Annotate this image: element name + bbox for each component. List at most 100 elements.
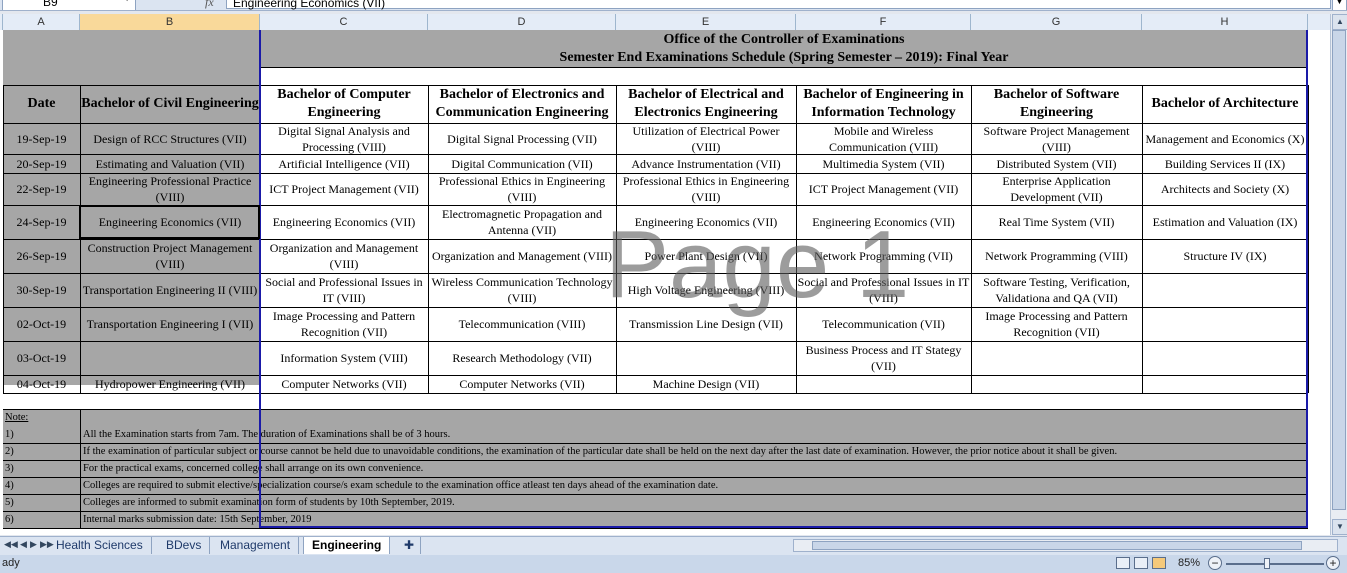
active-cell-b9[interactable] [79, 205, 260, 239]
tab-bdevs[interactable]: BDevs [158, 537, 211, 554]
cell-it[interactable]: Telecommunication (VII) [796, 307, 971, 341]
cell-computer[interactable]: Engineering Economics (VII) [260, 205, 428, 239]
first-sheet-icon[interactable]: ◀◀ [4, 539, 18, 550]
cell-it[interactable]: Network Programming (VII) [796, 239, 971, 273]
cell-electrical[interactable]: Machine Design (VII) [616, 375, 796, 393]
next-sheet-icon[interactable]: ▶ [30, 539, 37, 550]
cell-software[interactable]: Software Testing, Verification, Validati… [971, 273, 1142, 307]
cell-electrical[interactable]: Utilization of Electrical Power (VIII) [616, 123, 796, 154]
cell-civil[interactable]: Construction Project Management (VIII) [80, 239, 260, 273]
expand-formula-bar-icon[interactable]: ▼ [1332, 0, 1347, 10]
cell-electronics[interactable]: Telecommunication (VIII) [428, 307, 616, 341]
cell-computer[interactable]: Image Processing and Pattern Recognition… [260, 307, 428, 341]
cell-it[interactable] [796, 375, 971, 393]
cell-architecture[interactable]: Structure IV (IX) [1142, 239, 1308, 273]
cell-architecture[interactable]: Architects and Society (X) [1142, 173, 1308, 205]
formula-input[interactable]: Engineering Economics (VII) [226, 0, 1331, 10]
cell-computer[interactable]: Social and Professional Issues in IT (VI… [260, 273, 428, 307]
cell-electrical[interactable]: High Voltage Engineering (VIII) [616, 273, 796, 307]
tab-health-sciences[interactable]: Health Sciences [48, 537, 152, 554]
cell-architecture[interactable]: Management and Economics (X) [1142, 123, 1308, 154]
horizontal-scroll-thumb[interactable] [812, 541, 1302, 550]
normal-view-icon[interactable] [1116, 557, 1130, 569]
cell-architecture[interactable]: Estimation and Valuation (IX) [1142, 205, 1308, 239]
cell-architecture[interactable]: Building Services II (IX) [1142, 154, 1308, 173]
column-header-d[interactable]: D [428, 14, 616, 30]
cell-date[interactable]: 30-Sep-19 [3, 273, 80, 307]
cell-date[interactable]: 02-Oct-19 [3, 307, 80, 341]
cell-software[interactable]: Real Time System (VII) [971, 205, 1142, 239]
cell-architecture[interactable] [1142, 307, 1308, 341]
cell-electrical[interactable]: Transmission Line Design (VII) [616, 307, 796, 341]
cell-software[interactable] [971, 341, 1142, 375]
cell-it[interactable]: ICT Project Management (VII) [796, 173, 971, 205]
cell-computer[interactable]: Digital Signal Analysis and Processing (… [260, 123, 428, 154]
cell-electrical[interactable]: Power Plant Design (VII) [616, 239, 796, 273]
cell-it[interactable]: Mobile and Wireless Communication (VIII) [796, 123, 971, 154]
zoom-in-icon[interactable]: + [1326, 556, 1340, 570]
cell-civil[interactable]: Estimating and Valuation (VII) [80, 154, 260, 173]
vertical-scroll-thumb[interactable] [1332, 30, 1346, 510]
cell-electrical[interactable]: Engineering Economics (VII) [616, 205, 796, 239]
zoom-slider-handle[interactable] [1264, 558, 1270, 569]
cell-electronics[interactable]: Digital Signal Processing (VII) [428, 123, 616, 154]
cell-electronics[interactable]: Electromagnetic Propagation and Antenna … [428, 205, 616, 239]
cell-computer[interactable]: Artificial Intelligence (VII) [260, 154, 428, 173]
cell-software[interactable]: Enterprise Application Development (VII) [971, 173, 1142, 205]
prev-sheet-icon[interactable]: ◀ [20, 539, 27, 550]
cell-date[interactable]: 22-Sep-19 [3, 173, 80, 205]
cell-computer[interactable]: Information System (VIII) [260, 341, 428, 375]
horizontal-scrollbar[interactable] [793, 539, 1338, 552]
tab-engineering[interactable]: Engineering [303, 537, 391, 554]
cell-electrical[interactable] [616, 341, 796, 375]
cell-electronics[interactable]: Digital Communication (VII) [428, 154, 616, 173]
cell-civil[interactable]: Transportation Engineering I (VII) [80, 307, 260, 341]
page-break-view-icon[interactable] [1152, 557, 1166, 569]
cell-it[interactable]: Business Process and IT Stategy (VII) [796, 341, 971, 375]
cell-computer[interactable]: Organization and Management (VIII) [260, 239, 428, 273]
cell-electrical[interactable]: Professional Ethics in Engineering (VIII… [616, 173, 796, 205]
page-layout-view-icon[interactable] [1134, 557, 1148, 569]
cell-architecture[interactable] [1142, 341, 1308, 375]
cell-date[interactable]: 04-Oct-19 [3, 375, 80, 393]
scroll-up-icon[interactable]: ▲ [1332, 14, 1347, 30]
column-header-f[interactable]: F [796, 14, 971, 30]
column-header-h[interactable]: H [1142, 14, 1308, 30]
column-header-a[interactable]: A [3, 14, 80, 30]
zoom-out-icon[interactable]: − [1208, 556, 1222, 570]
cell-architecture[interactable] [1142, 375, 1308, 393]
cell-computer[interactable]: Computer Networks (VII) [260, 375, 428, 393]
cell-software[interactable]: Network Programming (VIII) [971, 239, 1142, 273]
cell-date[interactable]: 03-Oct-19 [3, 341, 80, 375]
cell-it[interactable]: Multimedia System (VII) [796, 154, 971, 173]
cell-computer[interactable]: ICT Project Management (VII) [260, 173, 428, 205]
column-header-e[interactable]: E [616, 14, 796, 30]
name-box[interactable]: B9 ▼ [2, 0, 136, 10]
scroll-down-icon[interactable]: ▼ [1332, 519, 1347, 535]
vertical-scrollbar[interactable]: ▲ ▼ [1330, 14, 1347, 535]
cell-electronics[interactable]: Wireless Communication Technology (VIII) [428, 273, 616, 307]
column-header-b[interactable]: B [80, 14, 260, 30]
cell-civil[interactable] [80, 341, 260, 375]
cell-date[interactable]: 26-Sep-19 [3, 239, 80, 273]
chevron-down-icon[interactable]: ▼ [122, 0, 132, 4]
cell-electrical[interactable]: Advance Instrumentation (VII) [616, 154, 796, 173]
cell-civil[interactable]: Transportation Engineering II (VIII) [80, 273, 260, 307]
function-icon[interactable]: fx [205, 0, 214, 10]
cell-software[interactable]: Image Processing and Pattern Recognition… [971, 307, 1142, 341]
cell-electronics[interactable]: Professional Ethics in Engineering (VIII… [428, 173, 616, 205]
tab-management[interactable]: Management [212, 537, 300, 554]
cell-electronics[interactable]: Computer Networks (VII) [428, 375, 616, 393]
cell-civil[interactable]: Engineering Professional Practice (VIII) [80, 173, 260, 205]
cell-architecture[interactable] [1142, 273, 1308, 307]
cell-software[interactable] [971, 375, 1142, 393]
insert-sheet-icon[interactable]: ✚ [398, 537, 422, 554]
cell-it[interactable]: Engineering Economics (VII) [796, 205, 971, 239]
cell-software[interactable]: Distributed System (VII) [971, 154, 1142, 173]
cell-date[interactable]: 19-Sep-19 [3, 123, 80, 154]
cell-date[interactable]: 24-Sep-19 [3, 205, 80, 239]
cell-civil[interactable]: Design of RCC Structures (VII) [80, 123, 260, 154]
cell-electronics[interactable]: Research Methodology (VII) [428, 341, 616, 375]
cell-date[interactable]: 20-Sep-19 [3, 154, 80, 173]
cell-electronics[interactable]: Organization and Management (VIII) [428, 239, 616, 273]
